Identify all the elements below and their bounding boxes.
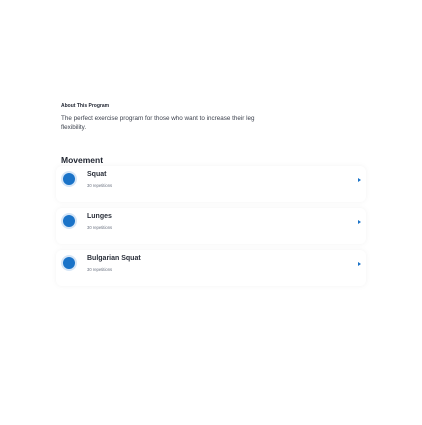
chevron-right-icon[interactable] (358, 178, 361, 182)
exercise-name: Bulgarian Squat (87, 255, 141, 262)
exercise-list: Squat 30 repetitions Lunges 30 repetitio… (56, 166, 366, 292)
circle-dot-icon (63, 173, 75, 185)
circle-dot-icon (63, 257, 75, 269)
exercise-item-lunges[interactable]: Lunges 30 repetitions (56, 208, 366, 244)
exercise-reps: 30 repetitions (87, 267, 113, 272)
exercise-reps: 30 repetitions (87, 183, 113, 188)
exercise-item-bulgarian-squat[interactable]: Bulgarian Squat 30 repetitions (56, 250, 366, 286)
chevron-right-icon[interactable] (358, 220, 361, 224)
about-title: About This Program (61, 103, 110, 109)
exercise-name: Squat (87, 171, 107, 178)
exercise-item-squat[interactable]: Squat 30 repetitions (56, 166, 366, 202)
chevron-right-icon[interactable] (358, 262, 361, 266)
circle-dot-icon (63, 215, 75, 227)
movement-section-title: Movement (61, 155, 104, 165)
about-description: The perfect exercise program for those w… (61, 115, 255, 131)
exercise-name: Lunges (87, 213, 112, 220)
about-section: About This Program The perfect exercise … (61, 103, 361, 132)
exercise-reps: 30 repetitions (87, 225, 113, 230)
